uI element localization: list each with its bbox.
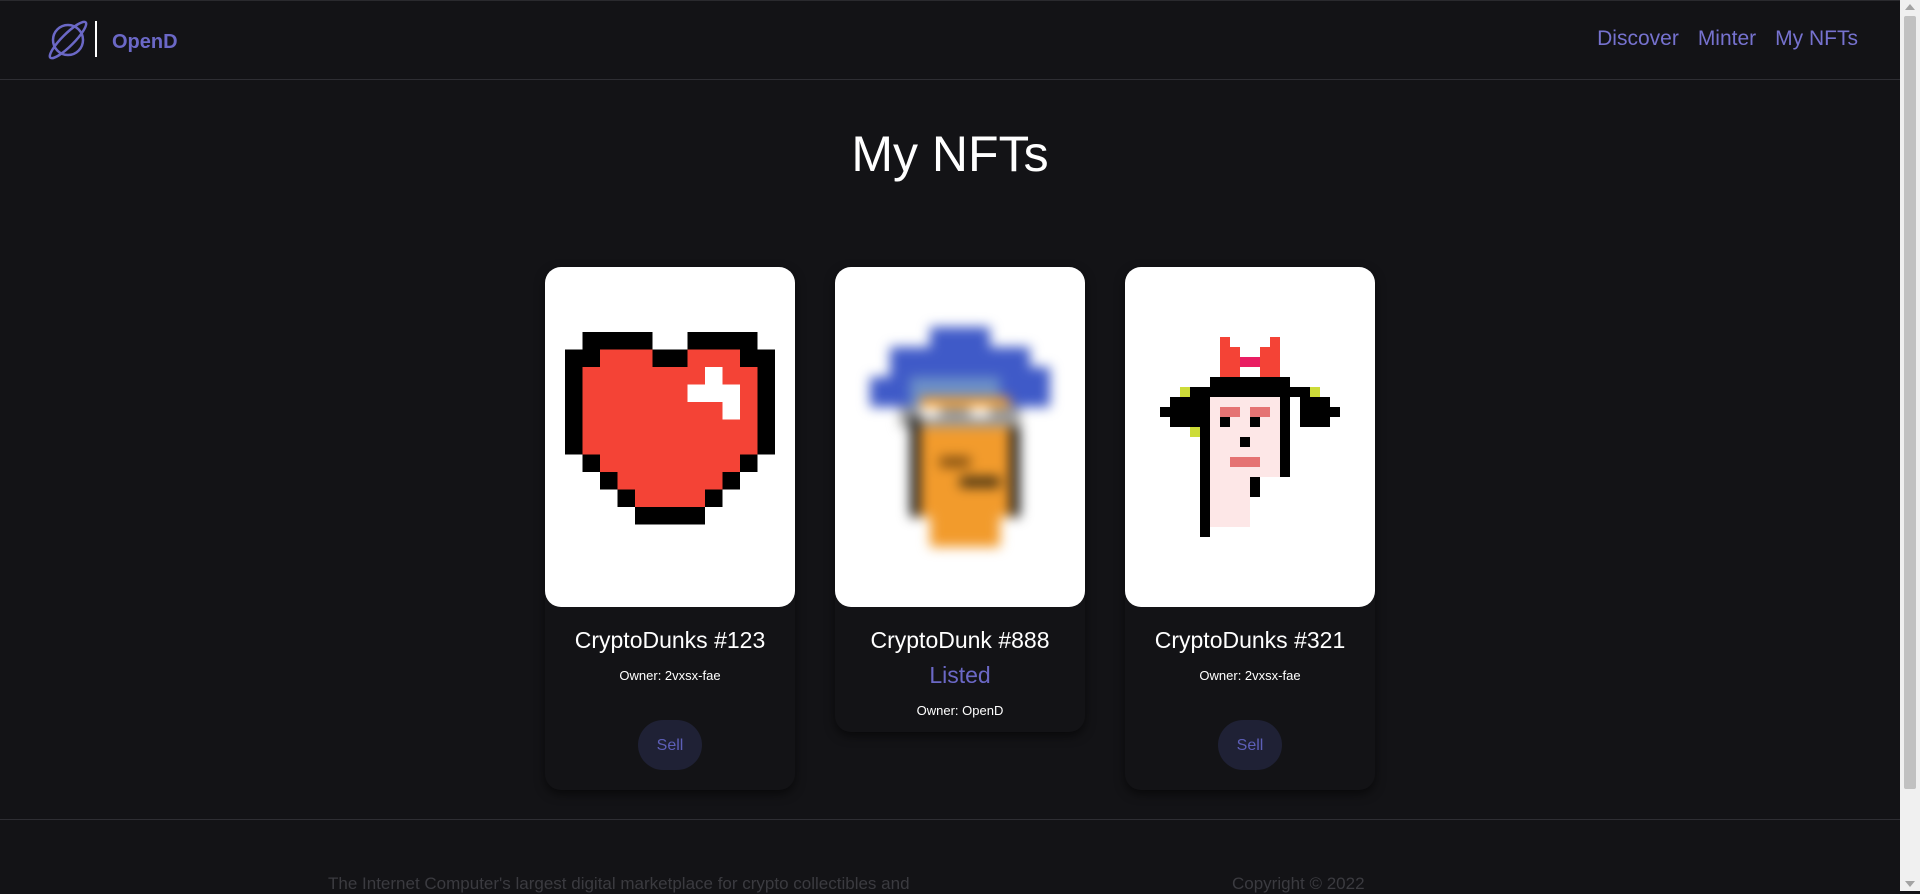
nft-card: CryptoDunks #321 Owner: 2vxsx-fae Sell <box>1125 267 1375 770</box>
footer: The Internet Computer's largest digital … <box>0 819 1900 893</box>
footer-copyright: Copyright © 2022 <box>1232 874 1365 893</box>
nft-image[interactable] <box>835 267 1085 607</box>
pixel-heart-icon <box>565 332 775 525</box>
nft-card: CryptoDunk #888 Listed Owner: OpenD <box>835 267 1085 718</box>
pixel-punk-blue-hair-icon <box>870 327 1050 547</box>
planet-icon[interactable] <box>47 19 89 61</box>
nav-discover[interactable]: Discover <box>1597 27 1679 51</box>
logo-divider <box>95 21 97 57</box>
nav-minter[interactable]: Minter <box>1698 27 1756 51</box>
nft-image[interactable] <box>545 267 795 607</box>
footer-description: The Internet Computer's largest digital … <box>328 874 910 893</box>
vertical-scrollbar[interactable] <box>1900 0 1920 891</box>
scroll-thumb[interactable] <box>1904 16 1916 789</box>
nft-card: CryptoDunks #123 Owner: 2vxsx-fae Sell <box>545 267 795 770</box>
brand-link[interactable]: OpenD <box>112 31 178 54</box>
header: OpenD Discover Minter My NFTs <box>0 0 1900 80</box>
page-title: My NFTs <box>851 126 1049 182</box>
scroll-up-icon[interactable] <box>1905 4 1915 10</box>
pixel-punk-red-horns-icon <box>1160 337 1340 537</box>
main-nav: Discover Minter My NFTs <box>1597 27 1858 51</box>
nft-image[interactable] <box>1125 267 1375 607</box>
nav-my-nfts[interactable]: My NFTs <box>1775 27 1858 51</box>
scroll-down-icon[interactable] <box>1905 881 1915 887</box>
